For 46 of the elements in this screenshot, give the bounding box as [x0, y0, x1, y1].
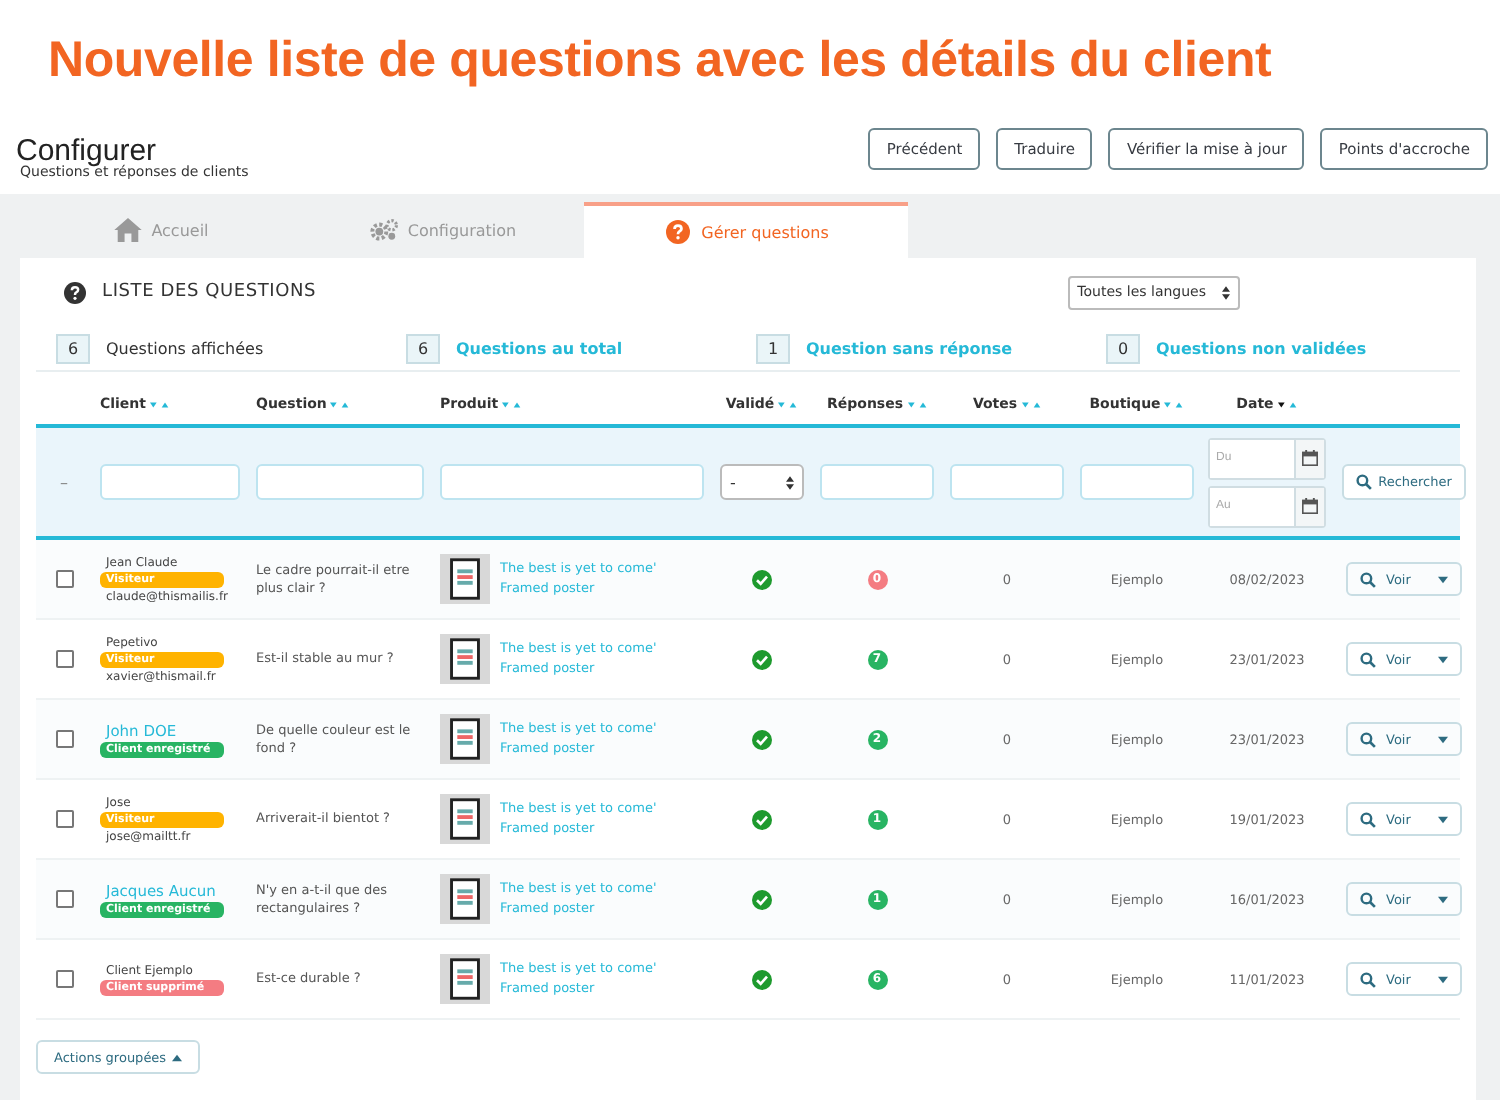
search-icon: [1360, 891, 1376, 907]
count-badge: 6: [406, 333, 440, 363]
help-icon: [64, 281, 86, 303]
sort-icon[interactable]: [1277, 399, 1298, 409]
banner-title: Nouvelle liste de questions avec les détails du client: [48, 31, 1272, 89]
search-icon: [1356, 474, 1373, 490]
count-badge: 1: [756, 333, 790, 363]
search-icon: [1360, 811, 1376, 827]
gears-icon: [369, 218, 398, 242]
row-checkbox[interactable]: [55, 650, 73, 668]
count-badge: 6: [56, 333, 90, 363]
stepper-icon[interactable]: [1222, 285, 1230, 299]
poster-thumbnail: [440, 634, 490, 684]
tab[interactable]: Gérer questions: [584, 202, 908, 258]
caret-icon[interactable]: [1438, 735, 1448, 743]
caret-icon[interactable]: [1438, 975, 1448, 983]
caret-icon[interactable]: [1438, 895, 1448, 903]
poster-thumbnail: [440, 714, 490, 764]
search-icon: [1360, 731, 1376, 747]
search-icon: [1360, 651, 1376, 667]
stepper-icon[interactable]: [786, 475, 794, 489]
row-checkbox[interactable]: [55, 890, 73, 908]
row-checkbox[interactable]: [55, 970, 73, 988]
caret-icon[interactable]: [1438, 655, 1448, 663]
poster-thumbnail: [440, 554, 490, 604]
count-badge: 0: [1106, 333, 1140, 363]
caret-icon: [172, 1053, 183, 1061]
stat-label: Questions affichées: [106, 339, 264, 357]
help-icon: [663, 220, 692, 244]
poster-thumbnail: [440, 874, 490, 924]
caret-icon[interactable]: [1438, 575, 1448, 583]
home-icon: [113, 218, 142, 242]
row-checkbox[interactable]: [55, 730, 73, 748]
search-icon: [1360, 571, 1376, 587]
calendar-icon[interactable]: [1302, 450, 1318, 466]
search-icon: [1360, 971, 1376, 987]
reset-filter[interactable]: –: [60, 473, 68, 491]
row-checkbox[interactable]: [55, 810, 73, 828]
poster-thumbnail: [440, 794, 490, 844]
page-title: Configurer: [16, 135, 157, 165]
validated-select[interactable]: -: [720, 464, 804, 500]
caret-icon[interactable]: [1438, 815, 1448, 823]
poster-thumbnail: [440, 954, 490, 1004]
row-checkbox[interactable]: [55, 570, 73, 588]
panel-title: LISTE DES QUESTIONS: [102, 282, 317, 302]
calendar-icon[interactable]: [1302, 498, 1318, 514]
